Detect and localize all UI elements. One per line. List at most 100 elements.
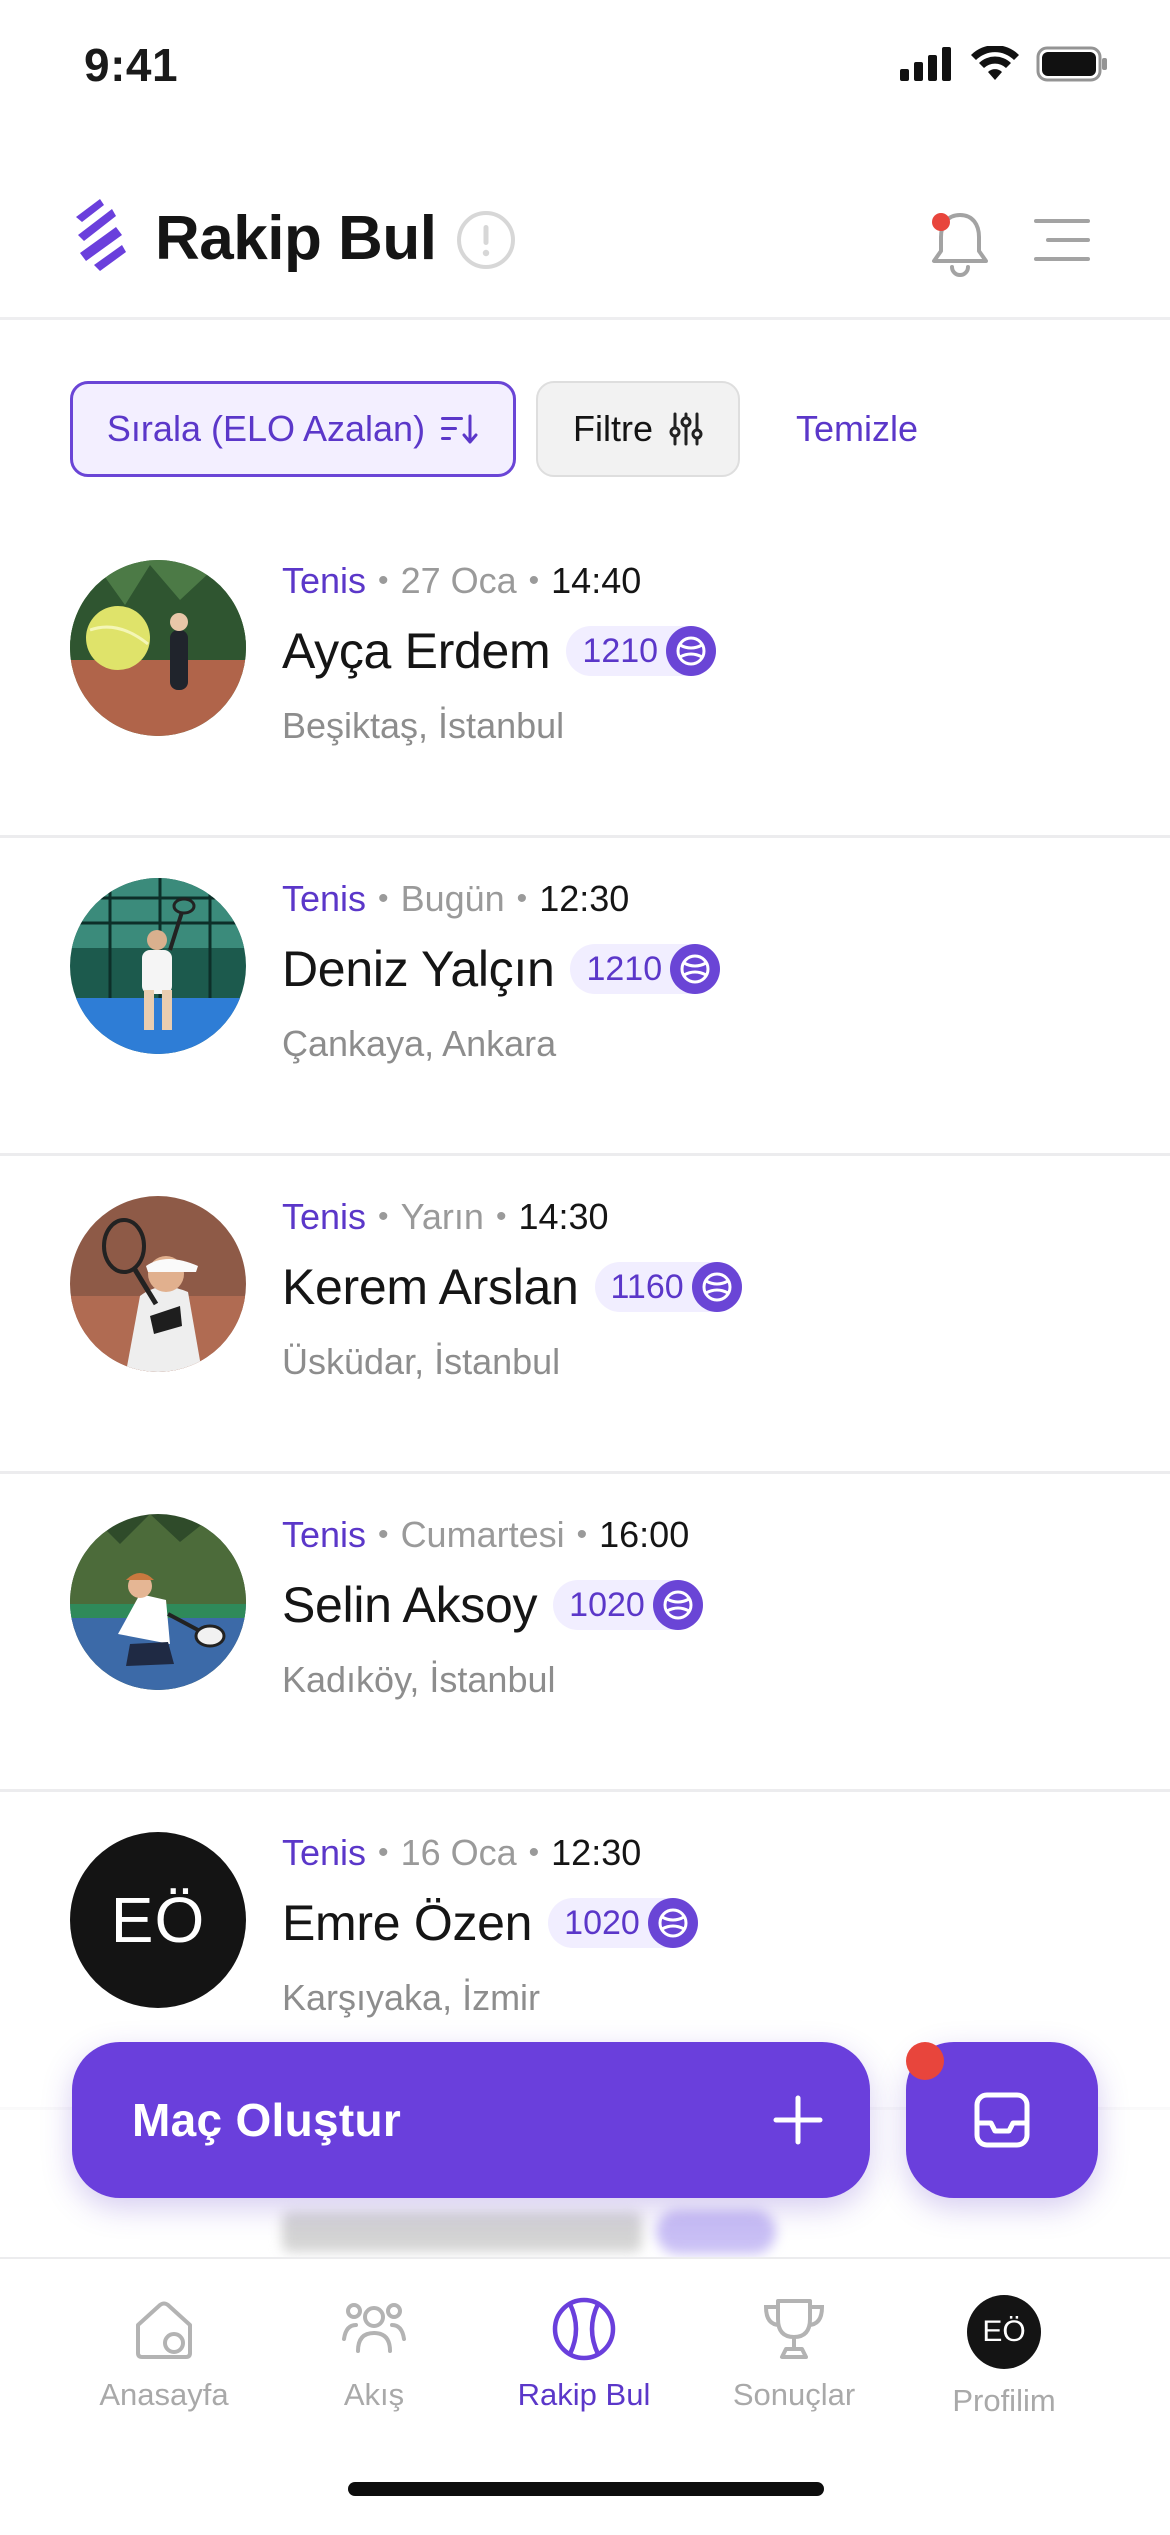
list-item[interactable]: Tenis • Bugün • 12:30 Deniz Yalçın 1210 …: [0, 838, 1170, 1156]
brand-logo-icon: [76, 199, 126, 271]
list-item[interactable]: Tenis • Yarın • 14:30 Kerem Arslan 1160 …: [0, 1156, 1170, 1474]
sport-label: Tenis: [282, 1514, 367, 1555]
elo-badge: 1020: [548, 1898, 698, 1948]
player-location: Beşiktaş, İstanbul: [282, 705, 565, 746]
separator-dot: •: [378, 1836, 389, 1869]
filter-button-label: Filtre: [573, 408, 653, 449]
match-date: 27 Oca: [400, 560, 517, 601]
people-icon: [342, 2303, 406, 2353]
player-name-line: Selin Aksoy 1020: [282, 1576, 703, 1634]
player-name: Selin Aksoy: [282, 1577, 538, 1633]
status-time: 9:41: [84, 39, 179, 91]
tab-label: Sonuçlar: [732, 2377, 856, 2412]
player-list: Tenis • 27 Oca • 14:40 Ayça Erdem 1210 B…: [0, 520, 1170, 2110]
match-meta: Tenis • 16 Oca • 12:30: [282, 1832, 641, 1874]
elo-value: 1020: [564, 1903, 640, 1942]
create-match-label: Maç Oluştur: [132, 2094, 402, 2146]
tennis-ball-icon: [552, 2297, 616, 2361]
elo-value: 1160: [610, 1267, 684, 1306]
avatar: [70, 1196, 246, 1372]
cellular-signal-icon: [900, 47, 951, 81]
sort-descending-icon: [441, 414, 478, 444]
player-name: Emre Özen: [282, 1895, 533, 1951]
match-date: Bugün: [400, 878, 505, 919]
player-location: Kadıköy, İstanbul: [282, 1659, 556, 1700]
info-icon[interactable]: [455, 209, 517, 271]
wifi-icon: [971, 46, 1019, 80]
tennis-ball-icon: [670, 944, 721, 994]
player-name-line: Ayça Erdem 1210: [282, 622, 717, 680]
player-location: Çankaya, Ankara: [282, 1023, 557, 1064]
list-item[interactable]: Tenis • Cumartesi • 16:00 Selin Aksoy 10…: [0, 1474, 1170, 1792]
elo-value: 1210: [586, 949, 663, 988]
separator-dot: •: [528, 1836, 540, 1869]
player-name-line: Kerem Arslan 1160: [282, 1258, 742, 1316]
clear-filters-link[interactable]: Temizle: [796, 408, 918, 450]
tennis-ball-icon: [691, 1262, 742, 1312]
elo-value: 1020: [569, 1585, 645, 1624]
sport-label: Tenis: [282, 878, 367, 919]
separator-dot: •: [378, 882, 389, 915]
player-name: Kerem Arslan: [282, 1259, 579, 1315]
tennis-ball-icon: [652, 1580, 703, 1630]
match-meta: Tenis • Bugün • 12:30: [282, 878, 629, 920]
tennis-ball-icon: [647, 1898, 698, 1948]
sort-button[interactable]: Sırala (ELO Azalan): [70, 381, 516, 477]
tab-label: Anasayfa: [99, 2377, 229, 2412]
home-indicator: [348, 2482, 824, 2496]
inbox-badge: [906, 2042, 944, 2080]
blurred-list-item: [282, 2210, 776, 2254]
battery-icon: [1036, 46, 1107, 82]
separator-dot: •: [378, 1200, 389, 1233]
create-match-button[interactable]: Maç Oluştur: [72, 2042, 870, 2198]
player-location: Karşıyaka, İzmir: [282, 1977, 541, 2018]
sport-label: Tenis: [282, 1196, 367, 1237]
list-item[interactable]: Tenis • 27 Oca • 14:40 Ayça Erdem 1210 B…: [0, 520, 1170, 838]
player-location: Üsküdar, İstanbul: [282, 1341, 561, 1382]
tab-feed[interactable]: Akış: [274, 2295, 474, 2413]
status-bar: 9:41: [0, 0, 1170, 135]
menu-icon[interactable]: [1032, 215, 1092, 265]
match-time: 12:30: [551, 1832, 642, 1873]
sport-label: Tenis: [282, 560, 367, 601]
tab-find-opponent[interactable]: Rakip Bul: [484, 2295, 684, 2413]
elo-badge: 1160: [594, 1262, 742, 1312]
tab-results[interactable]: Sonuçlar: [694, 2295, 894, 2413]
inbox-button[interactable]: [906, 2042, 1098, 2198]
inbox-icon: [974, 2092, 1030, 2148]
match-date: Yarın: [400, 1196, 484, 1237]
player-name: Deniz Yalçın: [282, 941, 555, 997]
match-time: 12:30: [539, 878, 630, 919]
tab-home[interactable]: Anasayfa: [64, 2295, 264, 2413]
separator-dot: •: [528, 564, 540, 597]
separator-dot: •: [516, 882, 528, 915]
elo-badge: 1020: [553, 1580, 703, 1630]
tab-label: Profilim: [952, 2383, 1056, 2418]
elo-value: 1210: [582, 631, 659, 670]
notification-badge: [932, 213, 950, 231]
match-meta: Tenis • Cumartesi • 16:00: [282, 1514, 689, 1556]
match-date: Cumartesi: [400, 1514, 565, 1555]
avatar: [70, 878, 246, 1054]
elo-badge: 1210: [566, 626, 717, 676]
notifications-button[interactable]: [925, 205, 995, 279]
avatar: EÖ: [967, 2295, 1041, 2369]
avatar: [70, 560, 246, 736]
app-header: Rakip Bul: [0, 165, 1170, 320]
match-time: 16:00: [599, 1514, 690, 1555]
match-time: 14:30: [518, 1196, 609, 1237]
filter-button[interactable]: Filtre: [536, 381, 740, 477]
match-meta: Tenis • 27 Oca • 14:40: [282, 560, 641, 602]
match-date: 16 Oca: [400, 1832, 517, 1873]
plus-icon: [773, 2095, 823, 2145]
sliders-icon: [669, 412, 703, 446]
separator-dot: •: [576, 1518, 588, 1551]
separator-dot: •: [495, 1200, 507, 1233]
tab-profile[interactable]: EÖ Profilim: [904, 2295, 1104, 2419]
tennis-ball-icon: [666, 626, 717, 676]
filter-row: Sırala (ELO Azalan) Filtre Temizle: [70, 380, 918, 478]
avatar: EÖ: [70, 1832, 246, 2008]
separator-dot: •: [378, 564, 389, 597]
tab-label: Rakip Bul: [517, 2377, 651, 2412]
player-name-line: Deniz Yalçın 1210: [282, 940, 721, 998]
